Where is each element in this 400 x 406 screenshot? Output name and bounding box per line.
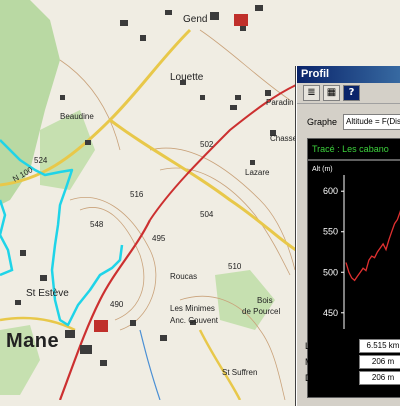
track-name-display: Tracé : Les cabano <box>307 138 400 160</box>
place-label: Roucas <box>170 272 198 281</box>
help-icon[interactable]: ? <box>343 85 360 101</box>
stat-label: Descente <box>305 373 344 383</box>
window-titlebar[interactable]: Profil <box>297 66 400 83</box>
elevation-label: 495 <box>152 234 166 243</box>
place-label: Les Minimes <box>170 304 215 313</box>
place-label: Lazare <box>245 168 270 177</box>
stat-value: 6.515 km <box>359 339 400 353</box>
elevation-label: 502 <box>200 140 214 149</box>
place-label: de Pourcel <box>242 307 281 316</box>
elevation-label: 524 <box>34 156 48 165</box>
place-label: St Suffren <box>222 368 258 377</box>
stat-label: Longueur <box>305 341 344 351</box>
graph-label: Graphe <box>307 117 338 127</box>
y-tick-label: 550 <box>323 227 338 237</box>
y-tick-label: 500 <box>323 267 338 277</box>
elevation-line <box>345 209 400 282</box>
place-label: Paradin <box>266 98 294 107</box>
window-toolbar: ≣ ▦ ? <box>297 83 400 104</box>
table-icon[interactable]: ▦ <box>323 85 340 101</box>
stat-value: 206 m <box>359 371 400 385</box>
landmark-marker <box>94 320 108 332</box>
graph-selector-row: Graphe Altitude = F(Dista <box>307 114 400 130</box>
stat-row-ascent: Montée 206 m <box>305 354 400 370</box>
stat-row-length: Longueur 6.515 km <box>305 338 400 354</box>
elevation-label: 548 <box>90 220 104 229</box>
track-stats: Longueur 6.515 km Montée 206 m Descente … <box>305 338 400 386</box>
stat-value: 206 m <box>359 355 400 369</box>
town-label: Mane <box>6 330 60 352</box>
stat-row-descent: Descente 206 m <box>305 370 400 386</box>
place-label: Louette <box>170 72 204 83</box>
y-tick-label: 600 <box>323 186 338 196</box>
place-label: Beaudine <box>60 112 94 121</box>
y-axis-label: Alt (m) <box>312 166 333 173</box>
graph-type-select[interactable]: Altitude = F(Dista <box>343 114 400 130</box>
elevation-label: 516 <box>130 190 144 199</box>
landmark-marker <box>234 14 248 26</box>
place-label: Bois <box>257 296 273 305</box>
stat-label: Montée <box>305 357 336 367</box>
place-label: St Estève <box>26 288 69 299</box>
elevation-label: 490 <box>110 300 124 309</box>
place-label: Anc. Couvent <box>170 316 219 325</box>
list-icon[interactable]: ≣ <box>303 85 320 101</box>
elevation-label: 510 <box>228 262 242 271</box>
profile-window[interactable]: Profil ≣ ▦ ? Graphe Altitude = F(Dista T… <box>296 66 400 406</box>
y-tick-label: 450 <box>323 308 338 318</box>
elevation-label: 504 <box>200 210 214 219</box>
place-label: Gend <box>183 14 208 25</box>
